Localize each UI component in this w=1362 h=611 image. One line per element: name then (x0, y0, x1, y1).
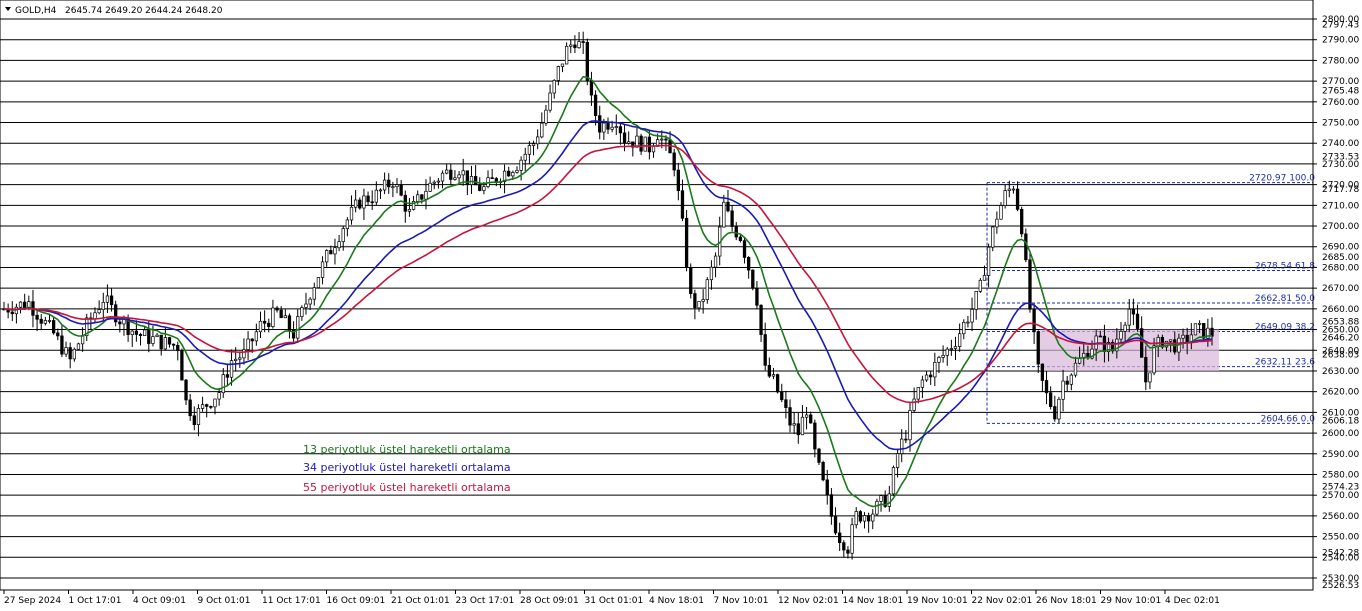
legend-ema13: 13 periyotluk üstel hareketli ortalama (303, 443, 511, 456)
candle (1193, 323, 1198, 336)
candle (875, 498, 879, 516)
time-tick-label: 7 Nov 10:01 (714, 596, 769, 606)
time-tick-label: 11 Oct 17:01 (262, 596, 321, 606)
candle (180, 348, 184, 381)
time-tick-label: 21 Oct 01:01 (391, 596, 450, 606)
time-tick-label: 1 Oct 17:01 (69, 596, 122, 606)
candle (858, 510, 863, 524)
fibo-label: 2632.11 23.6 (1255, 358, 1315, 368)
time-tick-label: 29 Nov 10:01 (1101, 596, 1162, 606)
time-tick-label: 14 Nov 18:01 (843, 596, 904, 606)
candle (891, 465, 896, 497)
candle (991, 225, 995, 252)
price-tick-label: 2790.00 (1322, 36, 1359, 46)
chart-background (0, 0, 1362, 611)
price-tick-label: 2750.00 (1322, 119, 1359, 129)
time-tick-label: 12 Nov 02:01 (778, 596, 839, 606)
price-tick-label: 2740.00 (1322, 139, 1359, 149)
price-tick-label: 2670.00 (1322, 284, 1359, 294)
price-tick-label: 2590.00 (1322, 450, 1359, 460)
fibo-label: 2649.09 38.2 (1255, 322, 1315, 332)
price-tick-label: 2600.00 (1322, 429, 1359, 439)
legend-ema55: 55 periyotluk üstel hareketli ortalama (303, 481, 511, 494)
time-tick-label: 19 Nov 10:01 (907, 596, 968, 606)
price-extra-label: 2526.53 (1322, 581, 1359, 591)
candle (821, 460, 825, 482)
time-tick-label: 27 Sep 2024 (4, 596, 61, 606)
price-extra-label: 2733.53 (1322, 153, 1359, 163)
candle (689, 263, 693, 299)
candle (643, 136, 647, 152)
candle (1020, 206, 1024, 238)
price-tick-label: 2550.00 (1322, 533, 1359, 543)
candle (817, 447, 821, 466)
candle (705, 277, 709, 304)
time-tick-label: 9 Oct 01:01 (198, 596, 251, 606)
time-tick-label: 23 Oct 17:01 (456, 596, 515, 606)
chart-header: GOLD,H4 2645.74 2649.20 2644.24 2648.20 (5, 6, 223, 16)
time-tick-label: 26 Nov 18:01 (1036, 596, 1097, 606)
fibo-label: 2604.66 0.0 (1261, 414, 1316, 424)
price-extra-label: 2606.18 (1322, 416, 1359, 426)
time-tick-label: 28 Oct 09:01 (520, 596, 579, 606)
price-tick-label: 2620.00 (1322, 388, 1359, 398)
price-extra-label: 2542.28 (1322, 549, 1359, 559)
price-extra-label: 2765.48 (1322, 86, 1359, 96)
price-tick-label: 2580.00 (1322, 470, 1359, 480)
time-tick-label: 4 Nov 18:01 (649, 596, 704, 606)
time-tick-label: 16 Oct 09:01 (327, 596, 386, 606)
price-tick-label: 2780.00 (1322, 56, 1359, 66)
price-tick-label: 2570.00 (1322, 491, 1359, 501)
price-tick-label: 2680.00 (1322, 263, 1359, 273)
ohlc-values: 2645.74 2649.20 2644.24 2648.20 (65, 6, 223, 16)
price-tick-label: 2710.00 (1322, 201, 1359, 211)
fibo-label: 2678.54 61.8 (1255, 261, 1315, 271)
candle (684, 209, 689, 272)
fibo-label: 2720.97 100.0 (1249, 174, 1315, 184)
price-tick-label: 2560.00 (1322, 512, 1359, 522)
time-tick-label: 4 Oct 09:01 (133, 596, 186, 606)
candle (978, 278, 982, 293)
price-tick-label: 2630.00 (1322, 367, 1359, 377)
price-tick-label: 2690.00 (1322, 243, 1359, 253)
price-tick-label: 2700.00 (1322, 222, 1359, 232)
candle (76, 342, 81, 350)
candle (775, 373, 780, 394)
symbol-label: GOLD,H4 (15, 6, 57, 16)
candle (751, 269, 755, 291)
legend: 13 periyotluk üstel hareketli ortalama 3… (303, 443, 511, 494)
price-extra-label: 2717.78 (1322, 185, 1359, 195)
candle (316, 277, 321, 289)
time-tick-label: 22 Nov 02:01 (972, 596, 1033, 606)
price-tick-label: 2760.00 (1322, 98, 1359, 108)
price-chart: 2720.97 100.0 2678.54 61.8 2662.81 50.0 264… (0, 0, 1362, 611)
fibo-label: 2662.81 50.0 (1255, 294, 1315, 304)
time-tick-label: 4 Dec 02:01 (1165, 596, 1220, 606)
legend-ema34: 34 periyotluk üstel hareketli ortalama (303, 461, 511, 474)
price-extra-label: 2685.00 (1322, 253, 1359, 263)
price-extra-label: 2638.03 (1322, 350, 1359, 360)
price-extra-label: 2574.23 (1322, 482, 1359, 492)
price-extra-label: 2646.20 (1322, 333, 1359, 343)
candle (1057, 396, 1061, 424)
time-tick-label: 31 Oct 01:01 (585, 596, 644, 606)
price-tick-label: 2660.00 (1322, 305, 1359, 315)
price-extra-label: 2797.43 (1322, 20, 1359, 30)
price-extra-label: 2653.88 (1322, 318, 1359, 328)
